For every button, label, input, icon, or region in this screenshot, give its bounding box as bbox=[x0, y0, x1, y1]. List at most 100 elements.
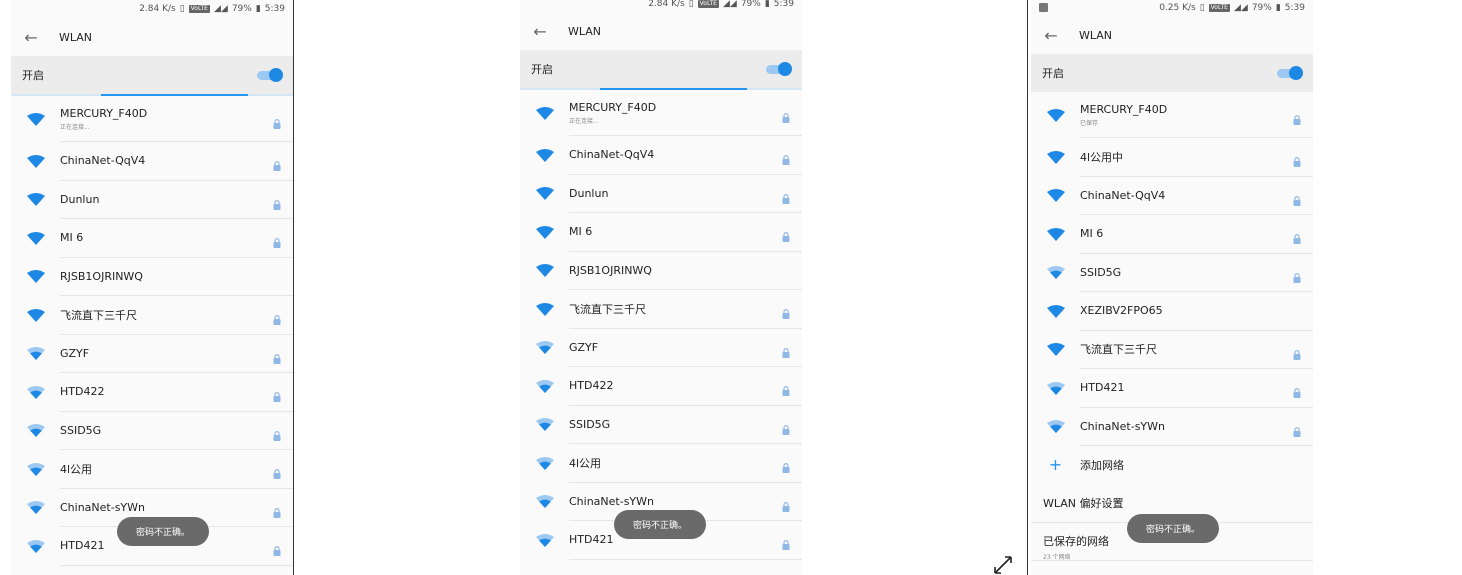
wlan-switch-label: 开启 bbox=[22, 69, 44, 82]
panel-divider bbox=[1027, 0, 1028, 575]
network-text: ChinaNet-QqV4 bbox=[60, 142, 293, 181]
wifi-signal-icon bbox=[520, 302, 569, 316]
wifi-signal-icon bbox=[11, 193, 60, 207]
network-text: 飞流直下三千尺 bbox=[60, 296, 293, 335]
wifi-signal-icon bbox=[11, 347, 60, 361]
network-row[interactable]: HTD421 bbox=[1031, 369, 1313, 408]
vibrate-icon: ▯ bbox=[1199, 3, 1205, 13]
network-text: Dunlun bbox=[60, 181, 293, 219]
network-name: SSID5G bbox=[1080, 265, 1122, 279]
network-row[interactable]: 飞流直下三千尺 bbox=[520, 290, 802, 329]
volte-badge: VoLTE bbox=[188, 5, 210, 13]
network-name: MI 6 bbox=[569, 225, 593, 239]
network-row[interactable]: 4l公用 bbox=[520, 444, 802, 483]
network-name: 4l公用 bbox=[60, 462, 93, 476]
network-row[interactable]: MERCURY_F40D 正在连接... bbox=[520, 90, 802, 136]
wlan-toggle[interactable] bbox=[766, 62, 792, 76]
wlan-switch-row[interactable]: 开启 bbox=[1031, 54, 1313, 92]
network-row[interactable]: RJSB1OJRINWQ bbox=[11, 258, 293, 296]
network-row[interactable]: ChinaNet-sYWn bbox=[1031, 408, 1313, 446]
lock-icon bbox=[1293, 152, 1301, 171]
network-speed: 2.84 K/s bbox=[648, 0, 685, 9]
network-row[interactable]: MI 6 bbox=[1031, 215, 1313, 254]
add-network-button[interactable]: + 添加网络 bbox=[1031, 446, 1313, 485]
network-row[interactable]: HTD422 bbox=[11, 373, 293, 412]
network-row[interactable]: Dunlun bbox=[11, 181, 293, 219]
network-row[interactable]: MERCURY_F40D 正在连接... bbox=[11, 96, 293, 142]
wifi-signal-icon bbox=[520, 225, 569, 239]
network-row[interactable]: MI 6 bbox=[11, 219, 293, 258]
expand-arrows-icon[interactable] bbox=[993, 555, 1013, 575]
network-row[interactable]: XEZIBV2FPO65 bbox=[1031, 292, 1313, 331]
app-bar: ← WLAN bbox=[520, 12, 802, 50]
clock: 5:39 bbox=[1284, 3, 1305, 13]
network-row[interactable]: MERCURY_F40D 已保存 bbox=[1031, 92, 1313, 138]
wlan-switch-row[interactable]: 开启 bbox=[11, 56, 293, 94]
network-name: Dunlun bbox=[60, 192, 100, 206]
network-text: Dunlun bbox=[569, 175, 802, 213]
lock-icon bbox=[273, 233, 281, 252]
network-text: RJSB1OJRINWQ bbox=[569, 252, 802, 290]
network-name: XEZIBV2FPO65 bbox=[1080, 304, 1163, 318]
network-status: 正在连接... bbox=[60, 123, 90, 131]
network-row[interactable]: ChinaNet-QqV4 bbox=[11, 142, 293, 181]
network-row[interactable]: SSID5G bbox=[520, 406, 802, 444]
network-row[interactable]: Dunlun bbox=[520, 175, 802, 213]
lock-icon bbox=[273, 349, 281, 368]
network-row[interactable]: ChinaNet-QqV4 bbox=[520, 136, 802, 175]
wifi-signal-icon bbox=[520, 379, 569, 393]
lock-icon bbox=[782, 458, 790, 477]
network-text: GZYF bbox=[60, 335, 293, 373]
network-name: GZYF bbox=[569, 340, 599, 354]
network-row[interactable]: HTD422 bbox=[520, 367, 802, 406]
network-text: GZYF bbox=[569, 329, 802, 367]
wifi-signal-icon bbox=[1031, 266, 1080, 280]
lock-icon bbox=[1293, 110, 1301, 129]
status-bar: 2.84 K/s ▯ VoLTE ◢◢ 79% ▮ 5:39 bbox=[11, 0, 293, 18]
network-row[interactable]: SSID5G bbox=[1031, 254, 1313, 292]
network-row[interactable]: RJSB1OJRINWQ bbox=[520, 252, 802, 290]
lock-icon bbox=[782, 535, 790, 554]
network-text: MI 6 bbox=[60, 219, 293, 258]
phone-screen: 2.84 K/s ▯ VoLTE ◢◢ 79% ▮ 5:39 ← WLAN 开启 MERCURY_F… bbox=[11, 0, 293, 575]
arrow-left-icon[interactable]: ← bbox=[11, 28, 51, 47]
network-row[interactable]: GZYF bbox=[520, 329, 802, 367]
lock-icon bbox=[273, 114, 281, 133]
network-row[interactable]: GZYF bbox=[11, 335, 293, 373]
network-row[interactable]: SSID5G bbox=[11, 412, 293, 450]
network-row[interactable]: MI 6 bbox=[520, 213, 802, 252]
lock-icon bbox=[782, 343, 790, 362]
arrow-left-icon[interactable]: ← bbox=[520, 22, 560, 41]
network-row[interactable]: 飞流直下三千尺 bbox=[11, 296, 293, 335]
lock-icon bbox=[782, 381, 790, 400]
network-text: HTD422 bbox=[60, 373, 293, 412]
lock-icon bbox=[782, 227, 790, 246]
wifi-signal-icon bbox=[11, 424, 60, 438]
lock-icon bbox=[782, 420, 790, 439]
plus-icon: + bbox=[1048, 455, 1063, 475]
network-row[interactable]: ChinaNet-QqV4 bbox=[1031, 177, 1313, 215]
phone-screen: 0.25 K/s ▯ VoLTE ◢◢ 79% ▮ 5:39 ← WLAN 开启 MERCURY_F… bbox=[1031, 0, 1313, 575]
network-text: RJSB1OJRINWQ bbox=[60, 258, 293, 296]
arrow-left-icon[interactable]: ← bbox=[1031, 26, 1071, 45]
wifi-signal-icon bbox=[11, 270, 60, 284]
network-name: MERCURY_F40D bbox=[569, 100, 657, 114]
network-name: SSID5G bbox=[569, 417, 611, 431]
network-row[interactable]: 飞流直下三千尺 bbox=[1031, 331, 1313, 369]
wlan-switch-row[interactable]: 开启 bbox=[520, 50, 802, 88]
network-row[interactable]: 4l公用 bbox=[11, 450, 293, 489]
lock-icon bbox=[273, 426, 281, 445]
wifi-signal-icon bbox=[11, 308, 60, 322]
wlan-toggle[interactable] bbox=[1277, 66, 1303, 80]
wlan-toggle[interactable] bbox=[257, 68, 283, 82]
lock-icon bbox=[273, 387, 281, 406]
network-row[interactable]: 4l公用中 bbox=[1031, 138, 1313, 177]
network-text: MERCURY_F40D 已保存 bbox=[1080, 92, 1313, 138]
network-text: SSID5G bbox=[1080, 254, 1313, 292]
network-status: 正在连接... bbox=[569, 117, 599, 125]
lock-icon bbox=[1293, 422, 1301, 441]
lock-icon bbox=[782, 189, 790, 208]
network-speed: 2.84 K/s bbox=[139, 4, 176, 14]
wifi-signal-icon bbox=[1031, 189, 1080, 203]
network-name: HTD421 bbox=[1080, 381, 1125, 395]
